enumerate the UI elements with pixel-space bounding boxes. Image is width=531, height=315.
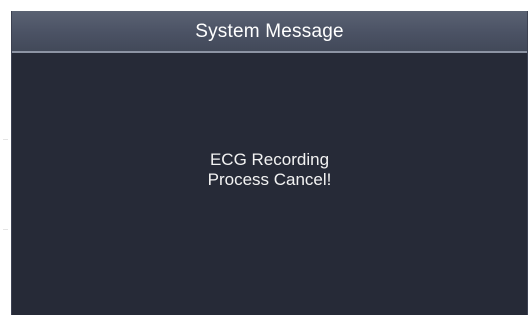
screen: System Message ECG Recording Process Can… [0,0,531,315]
message-line-1: ECG Recording [209,150,330,169]
dialog-body: ECG Recording Process Cancel! [12,53,527,315]
message-line-2: Process Cancel! [207,170,332,189]
dialog-title: System Message [195,20,344,42]
dialog-message: ECG Recording Process Cancel! [12,150,527,190]
left-edge-strip [0,47,11,315]
system-message-dialog: System Message ECG Recording Process Can… [11,11,528,315]
edge-tick [3,229,8,230]
edge-tick [3,139,8,140]
dialog-titlebar: System Message [12,11,527,53]
